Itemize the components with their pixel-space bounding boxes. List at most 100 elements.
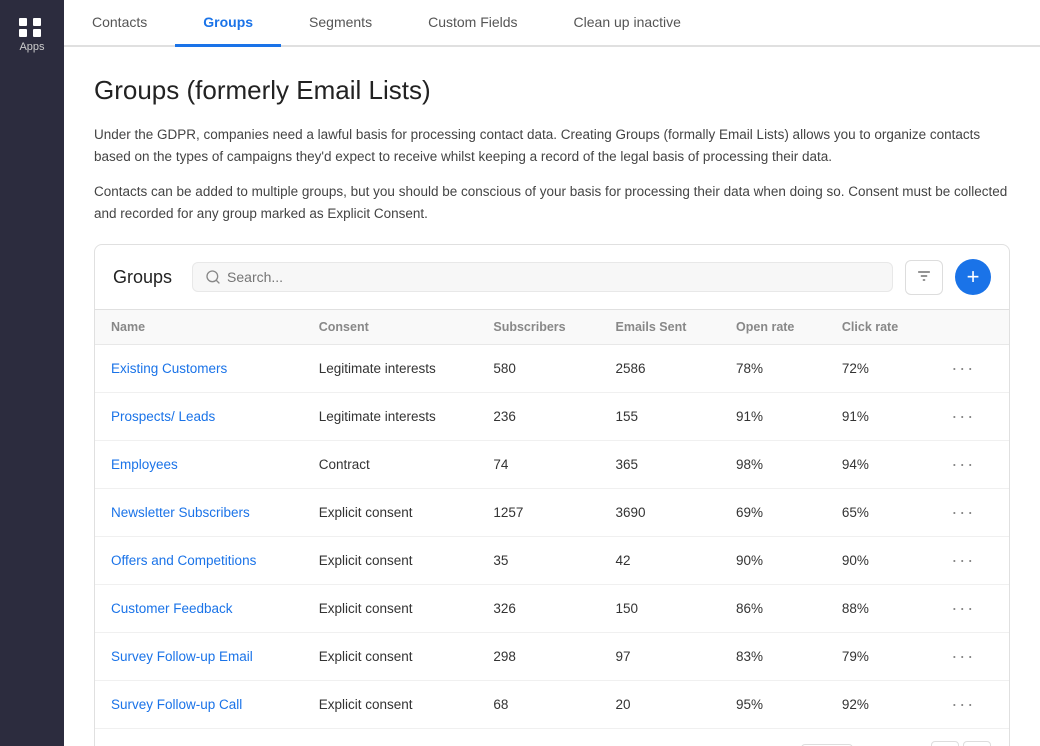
cell-consent: Legitimate interests (303, 393, 478, 441)
cell-consent: Contract (303, 441, 478, 489)
sidebar: Apps (0, 0, 64, 746)
app-shell: Apps Contacts Groups Segments Custom Fie… (0, 0, 1040, 746)
cell-open-rate: 91% (720, 393, 826, 441)
cell-subscribers: 580 (477, 345, 599, 393)
col-click-rate: Click rate (826, 310, 929, 345)
cell-open-rate: 69% (720, 489, 826, 537)
search-icon (205, 269, 221, 285)
more-options-button[interactable]: ··· (945, 500, 981, 525)
cell-open-rate: 86% (720, 585, 826, 633)
table-row: Survey Follow-up Call Explicit consent 6… (95, 681, 1009, 729)
cell-click-rate: 88% (826, 585, 929, 633)
group-name-link[interactable]: Offers and Competitions (111, 553, 256, 568)
cell-more: ··· (929, 633, 1009, 681)
cell-emails-sent: 365 (600, 441, 721, 489)
cell-subscribers: 298 (477, 633, 599, 681)
filter-icon (916, 268, 932, 284)
more-options-button[interactable]: ··· (945, 596, 981, 621)
nav-groups[interactable]: Groups (175, 0, 281, 47)
cell-emails-sent: 2586 (600, 345, 721, 393)
cell-subscribers: 68 (477, 681, 599, 729)
table-header: Groups + (95, 245, 1009, 310)
cell-click-rate: 79% (826, 633, 929, 681)
nav-clean-up-inactive[interactable]: Clean up inactive (546, 0, 709, 47)
page-content: Groups (formerly Email Lists) Under the … (64, 47, 1040, 746)
cell-open-rate: 83% (720, 633, 826, 681)
cell-click-rate: 92% (826, 681, 929, 729)
more-options-button[interactable]: ··· (945, 548, 981, 573)
cell-name: Customer Feedback (95, 585, 303, 633)
cell-more: ··· (929, 489, 1009, 537)
nav-custom-fields[interactable]: Custom Fields (400, 0, 545, 47)
next-page-button[interactable]: › (963, 741, 991, 746)
cell-more: ··· (929, 345, 1009, 393)
groups-table: Name Consent Subscribers Emails Sent Ope… (95, 310, 1009, 728)
prev-page-button[interactable]: ‹ (931, 741, 959, 746)
cell-click-rate: 65% (826, 489, 929, 537)
cell-more: ··· (929, 537, 1009, 585)
col-consent: Consent (303, 310, 478, 345)
group-name-link[interactable]: Customer Feedback (111, 601, 233, 616)
group-name-link[interactable]: Employees (111, 457, 178, 472)
table-card: Groups + (94, 244, 1010, 746)
table-row: Existing Customers Legitimate interests … (95, 345, 1009, 393)
table-row: Offers and Competitions Explicit consent… (95, 537, 1009, 585)
add-group-button[interactable]: + (955, 259, 991, 295)
search-box (192, 262, 893, 292)
cell-emails-sent: 97 (600, 633, 721, 681)
cell-open-rate: 98% (720, 441, 826, 489)
table-card-title: Groups (113, 267, 172, 288)
cell-more: ··· (929, 393, 1009, 441)
main-content: Contacts Groups Segments Custom Fields C… (64, 0, 1040, 746)
group-name-link[interactable]: Newsletter Subscribers (111, 505, 250, 520)
pagination: Items per page: 10 25 50 100 1 – 8 of 8 (95, 728, 1009, 746)
cell-name: Survey Follow-up Call (95, 681, 303, 729)
more-options-button[interactable]: ··· (945, 404, 981, 429)
page-navigation: ‹ › (931, 741, 991, 746)
more-options-button[interactable]: ··· (945, 644, 981, 669)
cell-more: ··· (929, 585, 1009, 633)
nav-contacts[interactable]: Contacts (64, 0, 175, 47)
cell-name: Employees (95, 441, 303, 489)
cell-more: ··· (929, 441, 1009, 489)
description-1: Under the GDPR, companies need a lawful … (94, 124, 1010, 167)
apps-icon[interactable]: Apps (15, 10, 48, 61)
group-name-link[interactable]: Existing Customers (111, 361, 227, 376)
cell-open-rate: 90% (720, 537, 826, 585)
table-row: Survey Follow-up Email Explicit consent … (95, 633, 1009, 681)
cell-consent: Explicit consent (303, 681, 478, 729)
cell-subscribers: 326 (477, 585, 599, 633)
cell-emails-sent: 20 (600, 681, 721, 729)
cell-emails-sent: 150 (600, 585, 721, 633)
more-options-button[interactable]: ··· (945, 692, 981, 717)
cell-open-rate: 78% (720, 345, 826, 393)
cell-open-rate: 95% (720, 681, 826, 729)
cell-click-rate: 72% (826, 345, 929, 393)
col-subscribers: Subscribers (477, 310, 599, 345)
cell-emails-sent: 155 (600, 393, 721, 441)
col-open-rate: Open rate (720, 310, 826, 345)
cell-name: Offers and Competitions (95, 537, 303, 585)
nav-segments[interactable]: Segments (281, 0, 400, 47)
more-options-button[interactable]: ··· (945, 452, 981, 477)
cell-subscribers: 35 (477, 537, 599, 585)
filter-button[interactable] (905, 260, 943, 295)
description-2: Contacts can be added to multiple groups… (94, 181, 1010, 224)
cell-consent: Explicit consent (303, 489, 478, 537)
group-name-link[interactable]: Survey Follow-up Email (111, 649, 253, 664)
page-title: Groups (formerly Email Lists) (94, 75, 1010, 106)
cell-name: Existing Customers (95, 345, 303, 393)
cell-emails-sent: 3690 (600, 489, 721, 537)
table-header-row: Name Consent Subscribers Emails Sent Ope… (95, 310, 1009, 345)
search-input[interactable] (227, 269, 880, 285)
cell-subscribers: 236 (477, 393, 599, 441)
group-name-link[interactable]: Survey Follow-up Call (111, 697, 242, 712)
more-options-button[interactable]: ··· (945, 356, 981, 381)
top-nav: Contacts Groups Segments Custom Fields C… (64, 0, 1040, 47)
cell-consent: Explicit consent (303, 585, 478, 633)
cell-consent: Explicit consent (303, 633, 478, 681)
group-name-link[interactable]: Prospects/ Leads (111, 409, 215, 424)
cell-consent: Legitimate interests (303, 345, 478, 393)
table-row: Customer Feedback Explicit consent 326 1… (95, 585, 1009, 633)
cell-subscribers: 1257 (477, 489, 599, 537)
